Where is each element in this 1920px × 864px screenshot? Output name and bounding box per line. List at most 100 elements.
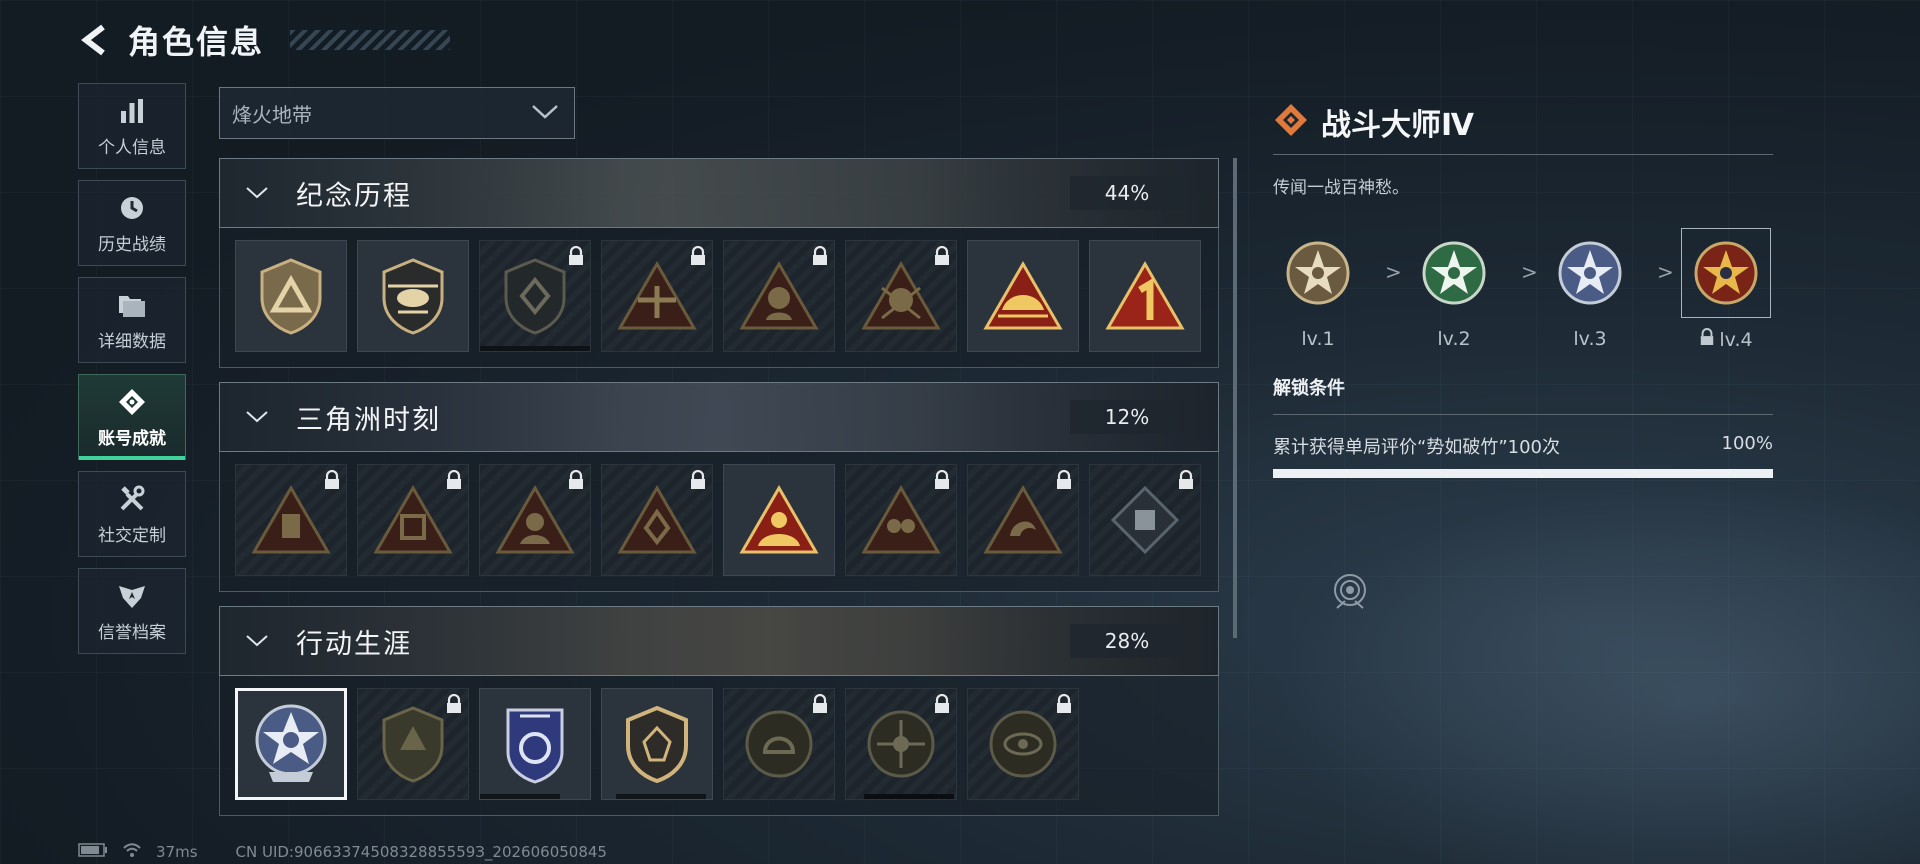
medal-locked[interactable] xyxy=(601,464,713,576)
level-2[interactable]: lv.2 xyxy=(1409,228,1499,350)
medal-skull-locked[interactable] xyxy=(845,240,957,352)
level-3-badge xyxy=(1545,228,1635,318)
lock-icon xyxy=(933,469,951,490)
lock-icon xyxy=(689,245,707,266)
sidebar-item-label: 历史战绩 xyxy=(98,234,166,255)
medal-locked[interactable] xyxy=(845,688,957,800)
section-header[interactable]: 纪念历程 44% xyxy=(219,158,1219,228)
sidebar-item-history[interactable]: 历史战绩 xyxy=(78,180,186,266)
level-4[interactable]: lv.4 xyxy=(1681,228,1771,351)
level-arrow: > xyxy=(1385,260,1402,284)
section-medals xyxy=(219,452,1219,592)
achievement-list[interactable]: 纪念历程 44% 三角洲时刻 12% 行动生涯 28% xyxy=(219,158,1219,818)
medal-aircraft-locked[interactable] xyxy=(601,240,713,352)
medal-locked[interactable] xyxy=(845,464,957,576)
lock-icon xyxy=(445,469,463,490)
level-2-badge xyxy=(1409,228,1499,318)
sidebar-item-label: 详细数据 xyxy=(98,331,166,352)
medal-team[interactable] xyxy=(723,464,835,576)
condition-progress-bar xyxy=(1273,469,1773,478)
condition-percent: 100% xyxy=(1721,433,1773,454)
achievement-icon xyxy=(116,386,148,418)
sidebar: 个人信息 历史战绩 详细数据 账号成就 社交定制 信誉档案 xyxy=(78,83,186,665)
achievement-title: 战斗大师Ⅳ xyxy=(1321,108,1474,143)
sidebar-item-reputation[interactable]: 信誉档案 xyxy=(78,568,186,654)
medal-blue-badge[interactable] xyxy=(479,688,591,800)
medal-sunrise[interactable] xyxy=(967,240,1079,352)
sidebar-item-social-custom[interactable]: 社交定制 xyxy=(78,471,186,557)
section-percent: 12% xyxy=(1070,400,1184,434)
medal-emblem-locked[interactable] xyxy=(479,240,591,352)
sidebar-item-achievements[interactable]: 账号成就 xyxy=(78,374,186,460)
section-title: 纪念历程 xyxy=(296,180,412,212)
level-label: lv.4 xyxy=(1681,328,1771,351)
level-3[interactable]: lv.3 xyxy=(1545,228,1635,350)
lock-icon xyxy=(567,469,585,490)
status-footer: 37ms CN UID:9066337450832885559З_2026060… xyxy=(78,842,607,862)
section-header[interactable]: 三角洲时刻 12% xyxy=(219,382,1219,452)
chevron-down-icon xyxy=(530,101,560,125)
sidebar-item-label: 信誉档案 xyxy=(98,622,166,643)
lock-icon xyxy=(1699,328,1715,351)
medal-locked[interactable] xyxy=(357,688,469,800)
condition-text: 累计获得单局评价“势如破竹”100次 xyxy=(1273,437,1561,458)
lock-icon xyxy=(811,245,829,266)
mode-select-dropdown[interactable]: 烽火地带 xyxy=(219,87,575,139)
back-arrow-icon[interactable] xyxy=(78,23,112,57)
folder-icon xyxy=(116,289,148,321)
medal-locked[interactable] xyxy=(235,464,347,576)
mode-select-value: 烽火地带 xyxy=(232,102,312,127)
section-title: 三角洲时刻 xyxy=(296,404,441,436)
medal-gold-shield[interactable] xyxy=(601,688,713,800)
sidebar-item-label: 账号成就 xyxy=(98,428,166,449)
page-header: 角色信息 xyxy=(78,18,451,62)
medal-locked[interactable] xyxy=(723,688,835,800)
lock-icon xyxy=(1055,693,1073,714)
bar-chart-icon xyxy=(116,95,148,127)
achievement-description: 传闻一战百神愁。 xyxy=(1273,178,1409,198)
medal-locked[interactable] xyxy=(357,464,469,576)
unlock-condition: 累计获得单局评价“势如破竹”100次 100% xyxy=(1273,433,1773,459)
medal-number-one[interactable] xyxy=(1089,240,1201,352)
achievement-section: 行动生涯 28% xyxy=(219,606,1219,816)
chevron-down-icon xyxy=(242,626,272,656)
level-arrow: > xyxy=(1521,260,1538,284)
medal-locked[interactable] xyxy=(1089,464,1201,576)
condition-progress-fill xyxy=(1273,469,1773,478)
battery-icon xyxy=(78,843,108,861)
medal-locked[interactable] xyxy=(967,688,1079,800)
ping-value: 37ms xyxy=(156,843,198,861)
section-header[interactable]: 行动生涯 28% xyxy=(219,606,1219,676)
section-medals xyxy=(219,228,1219,368)
level-label: lv.3 xyxy=(1573,328,1607,350)
background-storm xyxy=(1200,444,1920,864)
level-1[interactable]: lv.1 xyxy=(1273,228,1363,350)
section-percent: 28% xyxy=(1070,624,1184,658)
sidebar-item-personal-info[interactable]: 个人信息 xyxy=(78,83,186,169)
sidebar-item-label: 社交定制 xyxy=(98,525,166,546)
clock-icon xyxy=(116,192,148,224)
page-title: 角色信息 xyxy=(128,23,265,61)
sidebar-item-detailed-data[interactable]: 详细数据 xyxy=(78,277,186,363)
medal-shield-triangle[interactable] xyxy=(235,240,347,352)
level-label: lv.2 xyxy=(1437,328,1471,350)
achievement-section: 纪念历程 44% xyxy=(219,158,1219,368)
level-arrow: > xyxy=(1657,260,1674,284)
lock-icon xyxy=(933,693,951,714)
list-scrollbar[interactable] xyxy=(1233,158,1237,638)
lock-icon xyxy=(445,693,463,714)
medal-locked[interactable] xyxy=(967,464,1079,576)
uid-text: CN UID:9066337450832885559З_202606050845 xyxy=(235,843,607,861)
level-track: lv.1 > lv.2 > lv.3 > lv.4 xyxy=(1273,228,1773,358)
section-medals xyxy=(219,676,1219,816)
lock-icon xyxy=(689,469,707,490)
medal-soldier-locked[interactable] xyxy=(723,240,835,352)
medal-helicopter[interactable] xyxy=(357,240,469,352)
medal-locked[interactable] xyxy=(479,464,591,576)
medal-combat-master-selected[interactable] xyxy=(235,688,347,800)
achievement-section: 三角洲时刻 12% xyxy=(219,382,1219,592)
chevron-down-icon xyxy=(242,402,272,432)
lock-icon xyxy=(567,245,585,266)
level-1-badge xyxy=(1273,228,1363,318)
shield-wing-icon xyxy=(116,580,148,612)
